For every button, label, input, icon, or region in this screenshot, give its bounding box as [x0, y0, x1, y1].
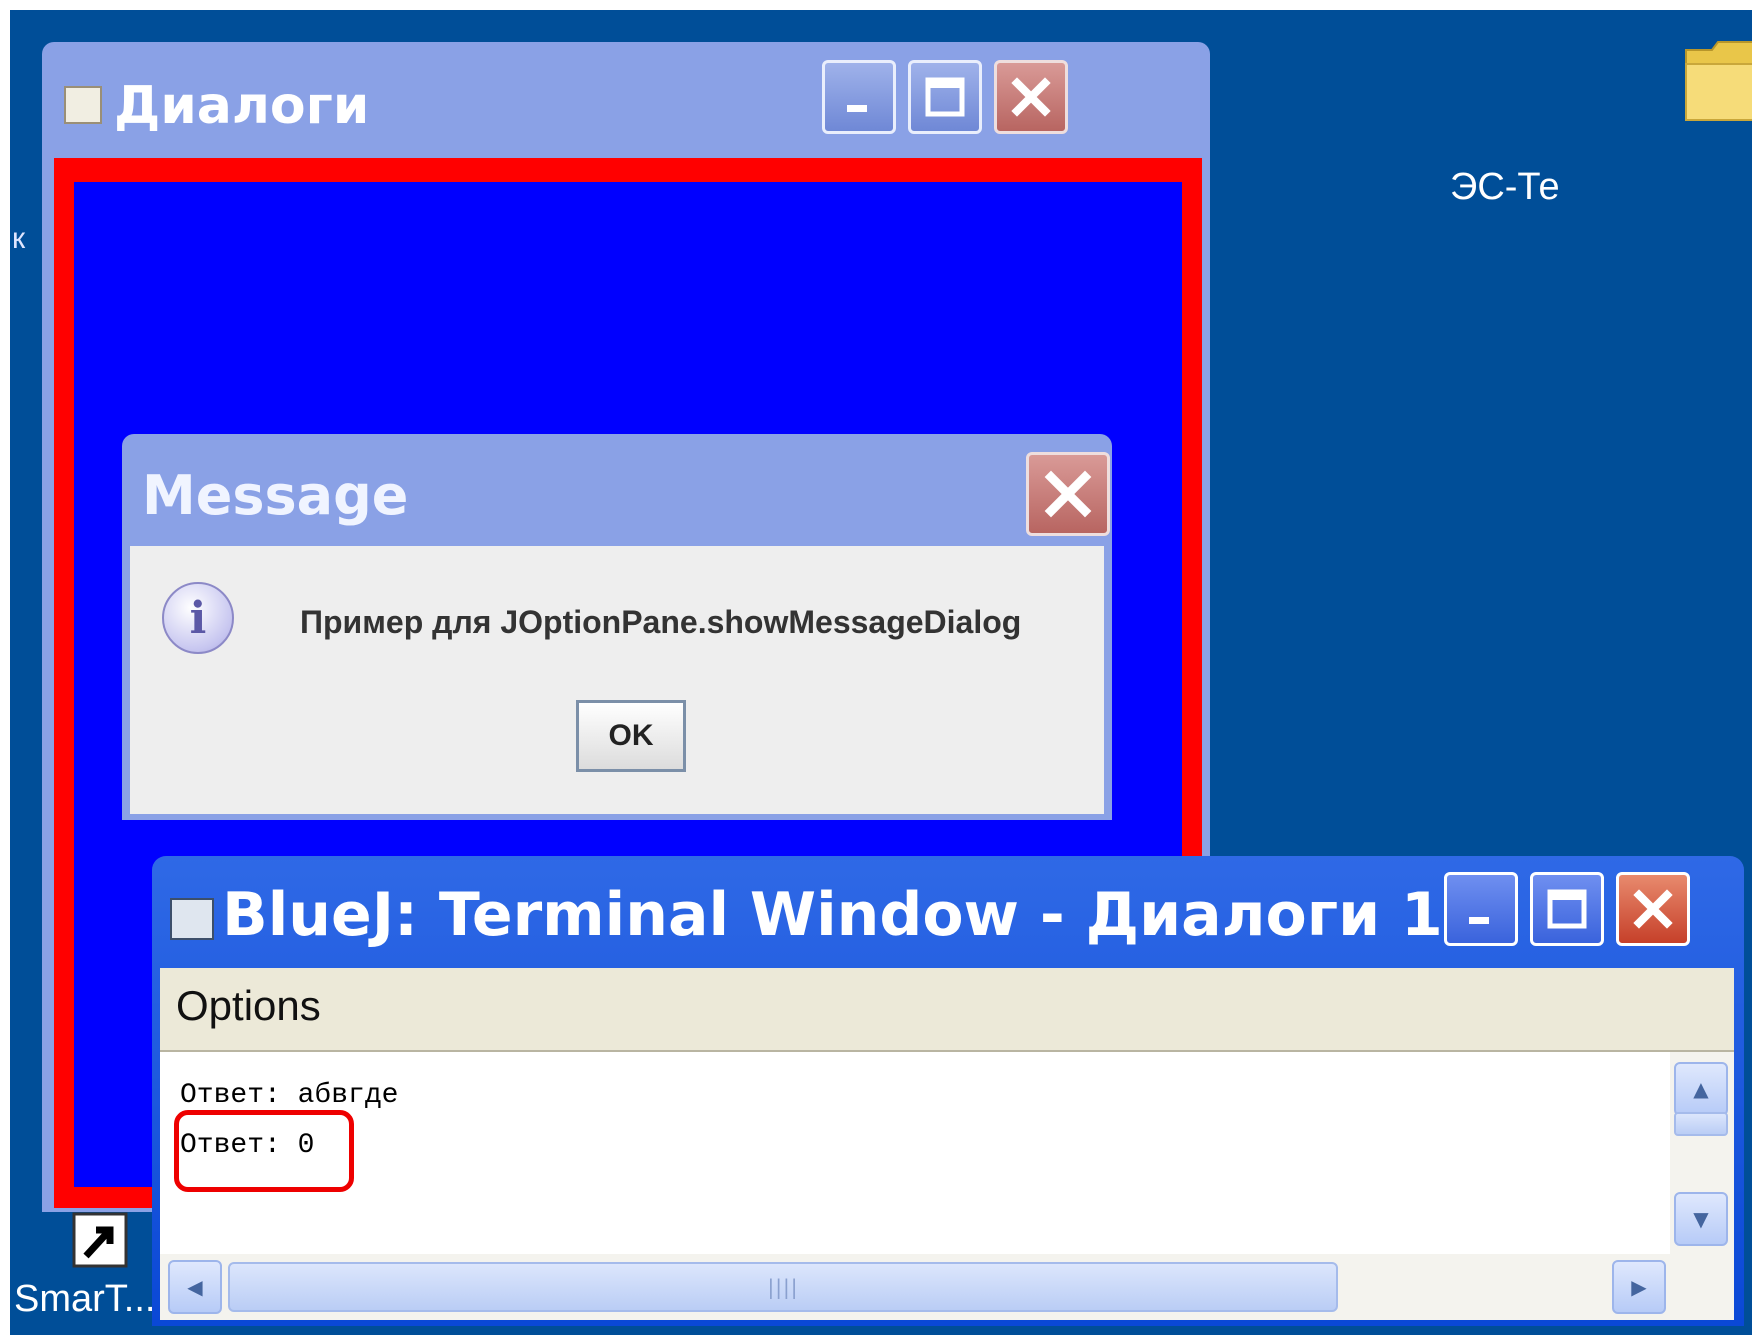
- message-dialog: Message i Пример для JOptionPane.showMes…: [122, 434, 1112, 820]
- folder-label[interactable]: ЭС-Те: [1450, 166, 1560, 209]
- message-dialog-title: Message: [142, 464, 409, 527]
- scroll-up-button[interactable]: ▲: [1674, 1062, 1728, 1116]
- minimize-icon: [1469, 917, 1489, 924]
- output-line-1: Ответ: абвгде: [180, 1080, 399, 1111]
- terminal-window: BlueJ: Terminal Window - Диалоги 1 Optio…: [152, 856, 1744, 1326]
- horizontal-scrollbar[interactable]: ◀ |||| ▶: [160, 1254, 1734, 1320]
- minimize-icon: [847, 105, 867, 112]
- menu-options[interactable]: Options: [176, 982, 321, 1030]
- shortcut-icon[interactable]: [70, 1210, 130, 1270]
- scroll-grip-icon: ||||: [767, 1275, 799, 1299]
- terminal-minimize-button[interactable]: [1444, 872, 1518, 946]
- message-dialog-body: i Пример для JOptionPane.showMessageDial…: [130, 546, 1104, 814]
- terminal-maximize-button[interactable]: [1530, 872, 1604, 946]
- close-icon: [1633, 889, 1673, 929]
- menu-bar: Options: [160, 968, 1734, 1052]
- ok-button[interactable]: OK: [576, 700, 686, 772]
- chevron-left-icon: ◀: [187, 1275, 203, 1299]
- desktop-edge-label: к: [12, 222, 26, 255]
- chevron-down-icon: ▼: [1693, 1207, 1709, 1231]
- maximize-icon: [925, 77, 965, 117]
- dialogs-window-title: Диалоги: [114, 76, 370, 136]
- minimize-button[interactable]: [822, 60, 896, 134]
- info-icon: i: [162, 582, 234, 654]
- terminal-close-button[interactable]: [1616, 872, 1690, 946]
- bluej-icon: [170, 898, 214, 940]
- scroll-left-button[interactable]: ◀: [168, 1260, 222, 1314]
- message-text: Пример для JOptionPane.showMessageDialog: [300, 604, 1022, 640]
- close-icon: [1011, 77, 1051, 117]
- highlight-box: [174, 1110, 354, 1192]
- vertical-scroll-thumb[interactable]: [1674, 1112, 1728, 1136]
- shortcut-label[interactable]: SmarT...: [14, 1278, 155, 1321]
- close-button[interactable]: [994, 60, 1068, 134]
- terminal-window-title: BlueJ: Terminal Window - Диалоги 1: [222, 880, 1443, 950]
- maximize-button[interactable]: [908, 60, 982, 134]
- scroll-right-button[interactable]: ▶: [1612, 1260, 1666, 1314]
- chevron-up-icon: ▲: [1693, 1077, 1709, 1101]
- horizontal-scroll-thumb[interactable]: ||||: [228, 1262, 1338, 1312]
- desktop: ЭС-Те к SmarT... Диалоги Message i Приме…: [10, 10, 1752, 1335]
- maximize-icon: [1547, 889, 1587, 929]
- message-close-button[interactable]: [1026, 452, 1110, 536]
- terminal-output[interactable]: Ответ: абвгде Ответ: 0: [160, 1052, 1670, 1254]
- vertical-scrollbar[interactable]: ▲ ▼: [1670, 1052, 1734, 1254]
- chevron-right-icon: ▶: [1631, 1275, 1647, 1299]
- java-app-icon: [64, 86, 102, 124]
- scroll-down-button[interactable]: ▼: [1674, 1192, 1728, 1246]
- close-icon: [1044, 470, 1092, 518]
- folder-icon[interactable]: [1680, 28, 1752, 128]
